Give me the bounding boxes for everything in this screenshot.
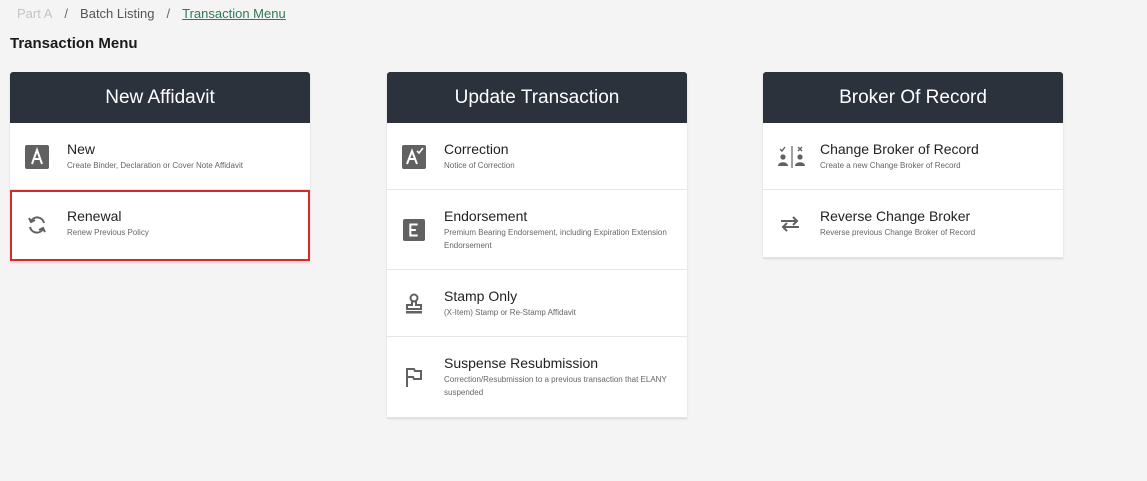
menu-item-description: Premium Bearing Endorsement, including E… [444, 228, 667, 250]
menu-item-title: Correction [444, 141, 509, 157]
breadcrumb-part-a: Part A [17, 6, 53, 21]
flag-icon [401, 364, 427, 390]
letter-a-check-icon [401, 144, 427, 170]
card-header-update-transaction: Update Transaction [387, 72, 687, 123]
card-update-transaction: Update Transaction Correction Notice of … [387, 72, 687, 418]
menu-item-title: Reverse Change Broker [820, 208, 971, 224]
breadcrumb-separator: / [64, 6, 69, 21]
menu-item-new[interactable]: New Create Binder, Declaration or Cover … [10, 123, 310, 190]
menu-item-description: Correction/Resubmission to a previous tr… [444, 375, 667, 397]
page-title: Transaction Menu [10, 35, 138, 52]
menu-item-title: Change Broker of Record [820, 141, 979, 157]
letter-a-box-icon [24, 144, 50, 170]
renew-icon [24, 212, 50, 238]
breadcrumb-batch-listing[interactable]: Batch Listing [80, 6, 154, 21]
stamp-icon [401, 291, 427, 317]
card-broker-of-record: Broker Of Record Change Broker of Record… [763, 72, 1063, 258]
broker-change-icon [777, 144, 807, 170]
menu-item-endorsement[interactable]: Endorsement Premium Bearing Endorsement,… [387, 190, 687, 270]
menu-item-change-broker-of-record[interactable]: Change Broker of Record Create a new Cha… [763, 123, 1063, 190]
menu-item-description: Renew Previous Policy [67, 228, 149, 237]
card-header-new-affidavit: New Affidavit [10, 72, 310, 123]
breadcrumb-transaction-menu[interactable]: Transaction Menu [182, 6, 286, 21]
menu-item-description: Create Binder, Declaration or Cover Note… [67, 161, 243, 170]
menu-item-description: Create a new Change Broker of Record [820, 161, 961, 170]
menu-item-suspense-resubmission[interactable]: Suspense Resubmission Correction/Resubmi… [387, 337, 687, 417]
breadcrumb-separator: / [166, 6, 171, 21]
menu-item-reverse-change-broker[interactable]: Reverse Change Broker Reverse previous C… [763, 190, 1063, 257]
menu-item-description: Notice of Correction [444, 161, 515, 170]
swap-arrows-icon [777, 211, 803, 237]
menu-item-correction[interactable]: Correction Notice of Correction [387, 123, 687, 190]
card-header-broker-of-record: Broker Of Record [763, 72, 1063, 123]
breadcrumb: Part A / Batch Listing / Transaction Men… [17, 6, 286, 21]
menu-item-description: Reverse previous Change Broker of Record [820, 228, 976, 237]
card-new-affidavit: New Affidavit New Create Binder, Declara… [10, 72, 310, 262]
menu-item-title: Renewal [67, 208, 122, 224]
menu-item-title: Endorsement [444, 208, 528, 224]
menu-item-title: Suspense Resubmission [444, 355, 599, 371]
menu-item-renewal[interactable]: Renewal Renew Previous Policy [10, 190, 310, 261]
menu-item-stamp-only[interactable]: Stamp Only (X-Item) Stamp or Re-Stamp Af… [387, 270, 687, 337]
letter-e-box-icon [401, 217, 427, 243]
menu-item-title: Stamp Only [444, 288, 518, 304]
menu-item-title: New [67, 141, 96, 157]
menu-item-description: (X-Item) Stamp or Re-Stamp Affidavit [444, 308, 576, 317]
